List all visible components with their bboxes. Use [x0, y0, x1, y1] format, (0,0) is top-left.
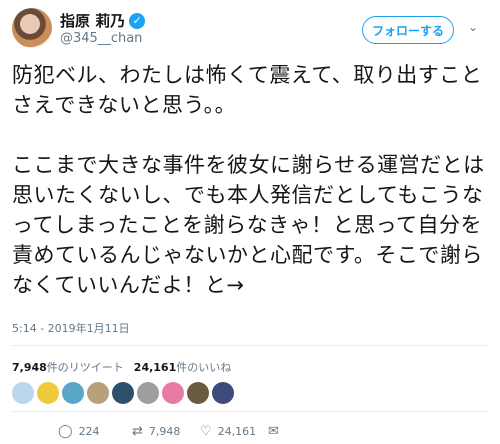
liker-avatar[interactable] [212, 382, 234, 404]
liker-avatar[interactable] [137, 382, 159, 404]
retweet-count: 7,948 [148, 425, 181, 438]
tweet-stats: 7,948件のリツイート 24,161件のいいね [12, 359, 231, 375]
like-button[interactable]: ♡ 24,161 [200, 424, 256, 439]
divider [12, 411, 488, 412]
follow-button[interactable]: フォローする [362, 16, 454, 44]
tweet-header: 指原 莉乃 ✓ @345__chan フォローする ⌄ [0, 0, 500, 60]
name-row: 指原 莉乃 ✓ [60, 10, 146, 31]
display-name[interactable]: 指原 莉乃 [60, 10, 125, 31]
user-handle[interactable]: @345__chan [60, 31, 142, 46]
like-stat-label: 件のいいね [176, 361, 232, 374]
verified-badge-icon: ✓ [129, 12, 146, 29]
liker-avatars [12, 382, 234, 404]
reply-count: 224 [78, 425, 100, 438]
liker-avatar[interactable] [62, 382, 84, 404]
liker-avatar[interactable] [12, 382, 34, 404]
retweet-button[interactable]: ⇄ 7,948 [132, 424, 180, 439]
liker-avatar[interactable] [112, 382, 134, 404]
chevron-down-icon[interactable]: ⌄ [468, 20, 478, 34]
reply-icon: ◯ [58, 424, 73, 439]
like-stat-count: 24,161 [133, 361, 177, 374]
reply-button[interactable]: ◯ 224 [58, 424, 100, 439]
liker-avatar[interactable] [37, 382, 59, 404]
retweet-stat[interactable]: 7,948件のリツイート [12, 359, 124, 375]
liker-avatar[interactable] [162, 382, 184, 404]
tweet-timestamp[interactable]: 5:14 - 2019年1月11日 [12, 320, 130, 336]
direct-message-button[interactable]: ✉ [268, 424, 279, 439]
like-count: 24,161 [217, 425, 257, 438]
liker-avatar[interactable] [187, 382, 209, 404]
retweet-stat-label: 件のリツイート [46, 361, 124, 374]
divider [12, 345, 488, 346]
tweet-text: 防犯ベル、わたしは怖くて震えて、取り出すことさえできないと思う。。 ここまで大き… [12, 63, 485, 297]
retweet-icon: ⇄ [132, 424, 143, 439]
retweet-stat-count: 7,948 [12, 361, 47, 374]
heart-icon: ♡ [200, 424, 212, 439]
like-stat[interactable]: 24,161件のいいね [134, 359, 231, 375]
avatar[interactable] [12, 8, 52, 48]
envelope-icon: ✉ [268, 424, 279, 439]
liker-avatar[interactable] [87, 382, 109, 404]
